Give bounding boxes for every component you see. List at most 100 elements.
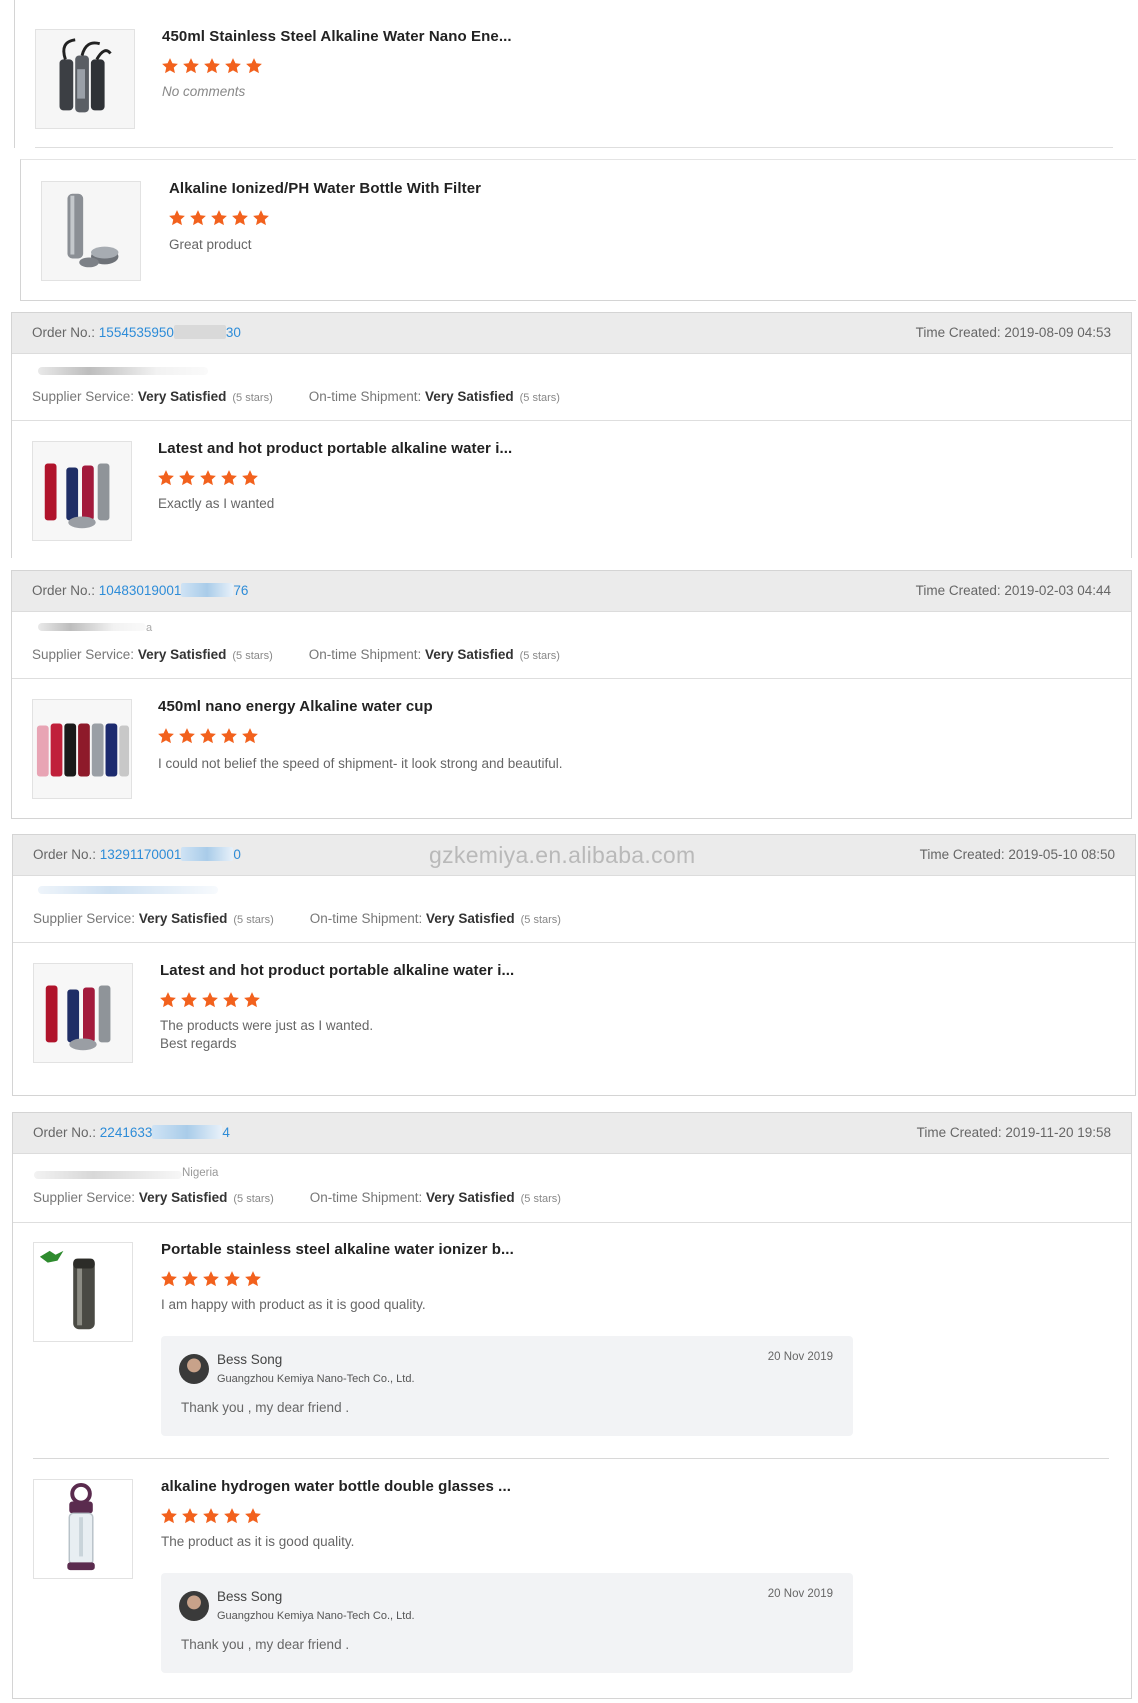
review-comment: I am happy with product as it is good qu…	[161, 1297, 426, 1312]
product-thumbnail[interactable]	[32, 441, 132, 541]
redacted-mask	[152, 1125, 223, 1139]
order-header: Order No.: 10483019001 76 Time Created: 2…	[12, 571, 1131, 612]
star-icon	[243, 991, 261, 1009]
product-thumbnail[interactable]	[33, 963, 133, 1063]
buyer-country: Nigeria	[182, 1167, 219, 1179]
rating-stars	[161, 57, 263, 75]
review-comment: The products were just as I wanted.	[160, 1018, 374, 1033]
order-no-label: Order No.:	[33, 1125, 97, 1140]
service-ratings: Supplier Service: Very Satisfied (5 stars…	[33, 1190, 561, 1205]
star-icon	[160, 1270, 178, 1288]
star-icon	[182, 57, 200, 75]
star-icon	[199, 469, 217, 487]
reply-company: Guangzhou Kemiya Nano-Tech Co., Ltd.	[217, 1373, 415, 1385]
order-time: 2019-05-10 08:50	[1008, 847, 1115, 862]
star-icon	[161, 57, 179, 75]
redacted-buyer-name	[38, 367, 208, 375]
star-icon	[220, 727, 238, 745]
review-comment: Exactly as I wanted	[158, 496, 275, 511]
time-created-label: Time Created:	[915, 583, 1001, 598]
redacted-mask	[173, 325, 226, 339]
order-number-link[interactable]: 10483019001 76	[99, 583, 248, 598]
star-icon	[222, 991, 240, 1009]
product-title[interactable]: alkaline hydrogen water bottle double gl…	[161, 1478, 511, 1495]
star-icon	[181, 1270, 199, 1288]
star-icon	[210, 209, 228, 227]
star-icon	[157, 727, 175, 745]
star-icon	[203, 57, 221, 75]
star-icon	[223, 1270, 241, 1288]
product-thumbnail[interactable]	[41, 181, 141, 281]
rating-stars	[157, 469, 259, 487]
rating-stars	[159, 991, 261, 1009]
star-icon	[189, 209, 207, 227]
star-icon	[231, 209, 249, 227]
redacted-mask	[181, 583, 234, 597]
product-title[interactable]: Portable stainless steel alkaline water …	[161, 1241, 514, 1258]
star-icon	[223, 1507, 241, 1525]
product-title[interactable]: Latest and hot product portable alkaline…	[158, 440, 512, 457]
left-border-line	[14, 0, 15, 148]
time-created-label: Time Created:	[916, 1125, 1002, 1140]
star-icon	[168, 209, 186, 227]
star-icon	[202, 1270, 220, 1288]
product-title[interactable]: Latest and hot product portable alkaline…	[160, 962, 514, 979]
supplier-reply: Bess Song Guangzhou Kemiya Nano-Tech Co.…	[161, 1573, 853, 1673]
order-number-link[interactable]: 2241633 4	[100, 1125, 230, 1140]
star-icon	[178, 727, 196, 745]
service-ratings: Supplier Service: Very Satisfied (5 stars…	[33, 911, 561, 926]
order-time: 2019-08-09 04:53	[1004, 325, 1111, 340]
star-icon	[201, 991, 219, 1009]
star-icon	[157, 469, 175, 487]
redacted-buyer-name	[34, 1171, 182, 1179]
star-icon	[199, 727, 217, 745]
star-icon	[181, 1507, 199, 1525]
product-thumbnail[interactable]	[33, 1479, 133, 1579]
star-icon	[160, 1507, 178, 1525]
time-created-label: Time Created:	[919, 847, 1005, 862]
avatar	[179, 1354, 209, 1384]
divider	[12, 678, 1131, 679]
reply-date: 20 Nov 2019	[767, 1588, 833, 1600]
review-comment: The product as it is good quality.	[161, 1534, 355, 1549]
reply-company: Guangzhou Kemiya Nano-Tech Co., Ltd.	[217, 1610, 415, 1622]
divider	[13, 1222, 1131, 1223]
rating-stars	[160, 1270, 262, 1288]
product-thumbnail[interactable]	[35, 29, 135, 129]
reply-author-name: Bess Song	[217, 1352, 283, 1367]
order-no-label: Order No.:	[33, 847, 97, 862]
reply-message: Thank you , my dear friend .	[181, 1637, 350, 1652]
star-icon	[241, 727, 259, 745]
product-thumbnail[interactable]	[33, 1242, 133, 1342]
star-icon	[220, 469, 238, 487]
star-icon	[180, 991, 198, 1009]
review-comment: I could not belief the speed of shipment…	[158, 756, 563, 771]
order-number-link[interactable]: 1554535950 30	[99, 325, 241, 340]
divider	[13, 942, 1135, 943]
star-icon	[178, 469, 196, 487]
reply-message: Thank you , my dear friend .	[181, 1400, 350, 1415]
rating-stars	[168, 209, 270, 227]
star-icon	[244, 1270, 262, 1288]
service-ratings: Supplier Service: Very Satisfied (5 stars…	[32, 647, 560, 662]
rating-stars	[157, 727, 259, 745]
star-icon	[202, 1507, 220, 1525]
star-icon	[159, 991, 177, 1009]
redacted-mask	[181, 847, 234, 861]
star-icon	[244, 1507, 262, 1525]
service-ratings: Supplier Service: Very Satisfied (5 stars…	[32, 389, 560, 404]
order-no-label: Order No.:	[32, 325, 96, 340]
review-comment-line2: Best regards	[160, 1036, 237, 1051]
product-title[interactable]: 450ml nano energy Alkaline water cup	[158, 698, 433, 715]
order-number-link[interactable]: 13291170001 0	[100, 847, 241, 862]
star-icon	[224, 57, 242, 75]
review-comment: No comments	[162, 84, 246, 99]
order-time: 2019-02-03 04:44	[1004, 583, 1111, 598]
reply-date: 20 Nov 2019	[767, 1351, 833, 1363]
product-title[interactable]: 450ml Stainless Steel Alkaline Water Nan…	[162, 28, 512, 45]
buyer-country: a	[146, 622, 153, 634]
product-thumbnail[interactable]	[32, 699, 132, 799]
order-no-label: Order No.:	[32, 583, 96, 598]
review-comment: Great product	[169, 237, 252, 252]
product-title[interactable]: Alkaline Ionized/PH Water Bottle With Fi…	[169, 180, 481, 197]
